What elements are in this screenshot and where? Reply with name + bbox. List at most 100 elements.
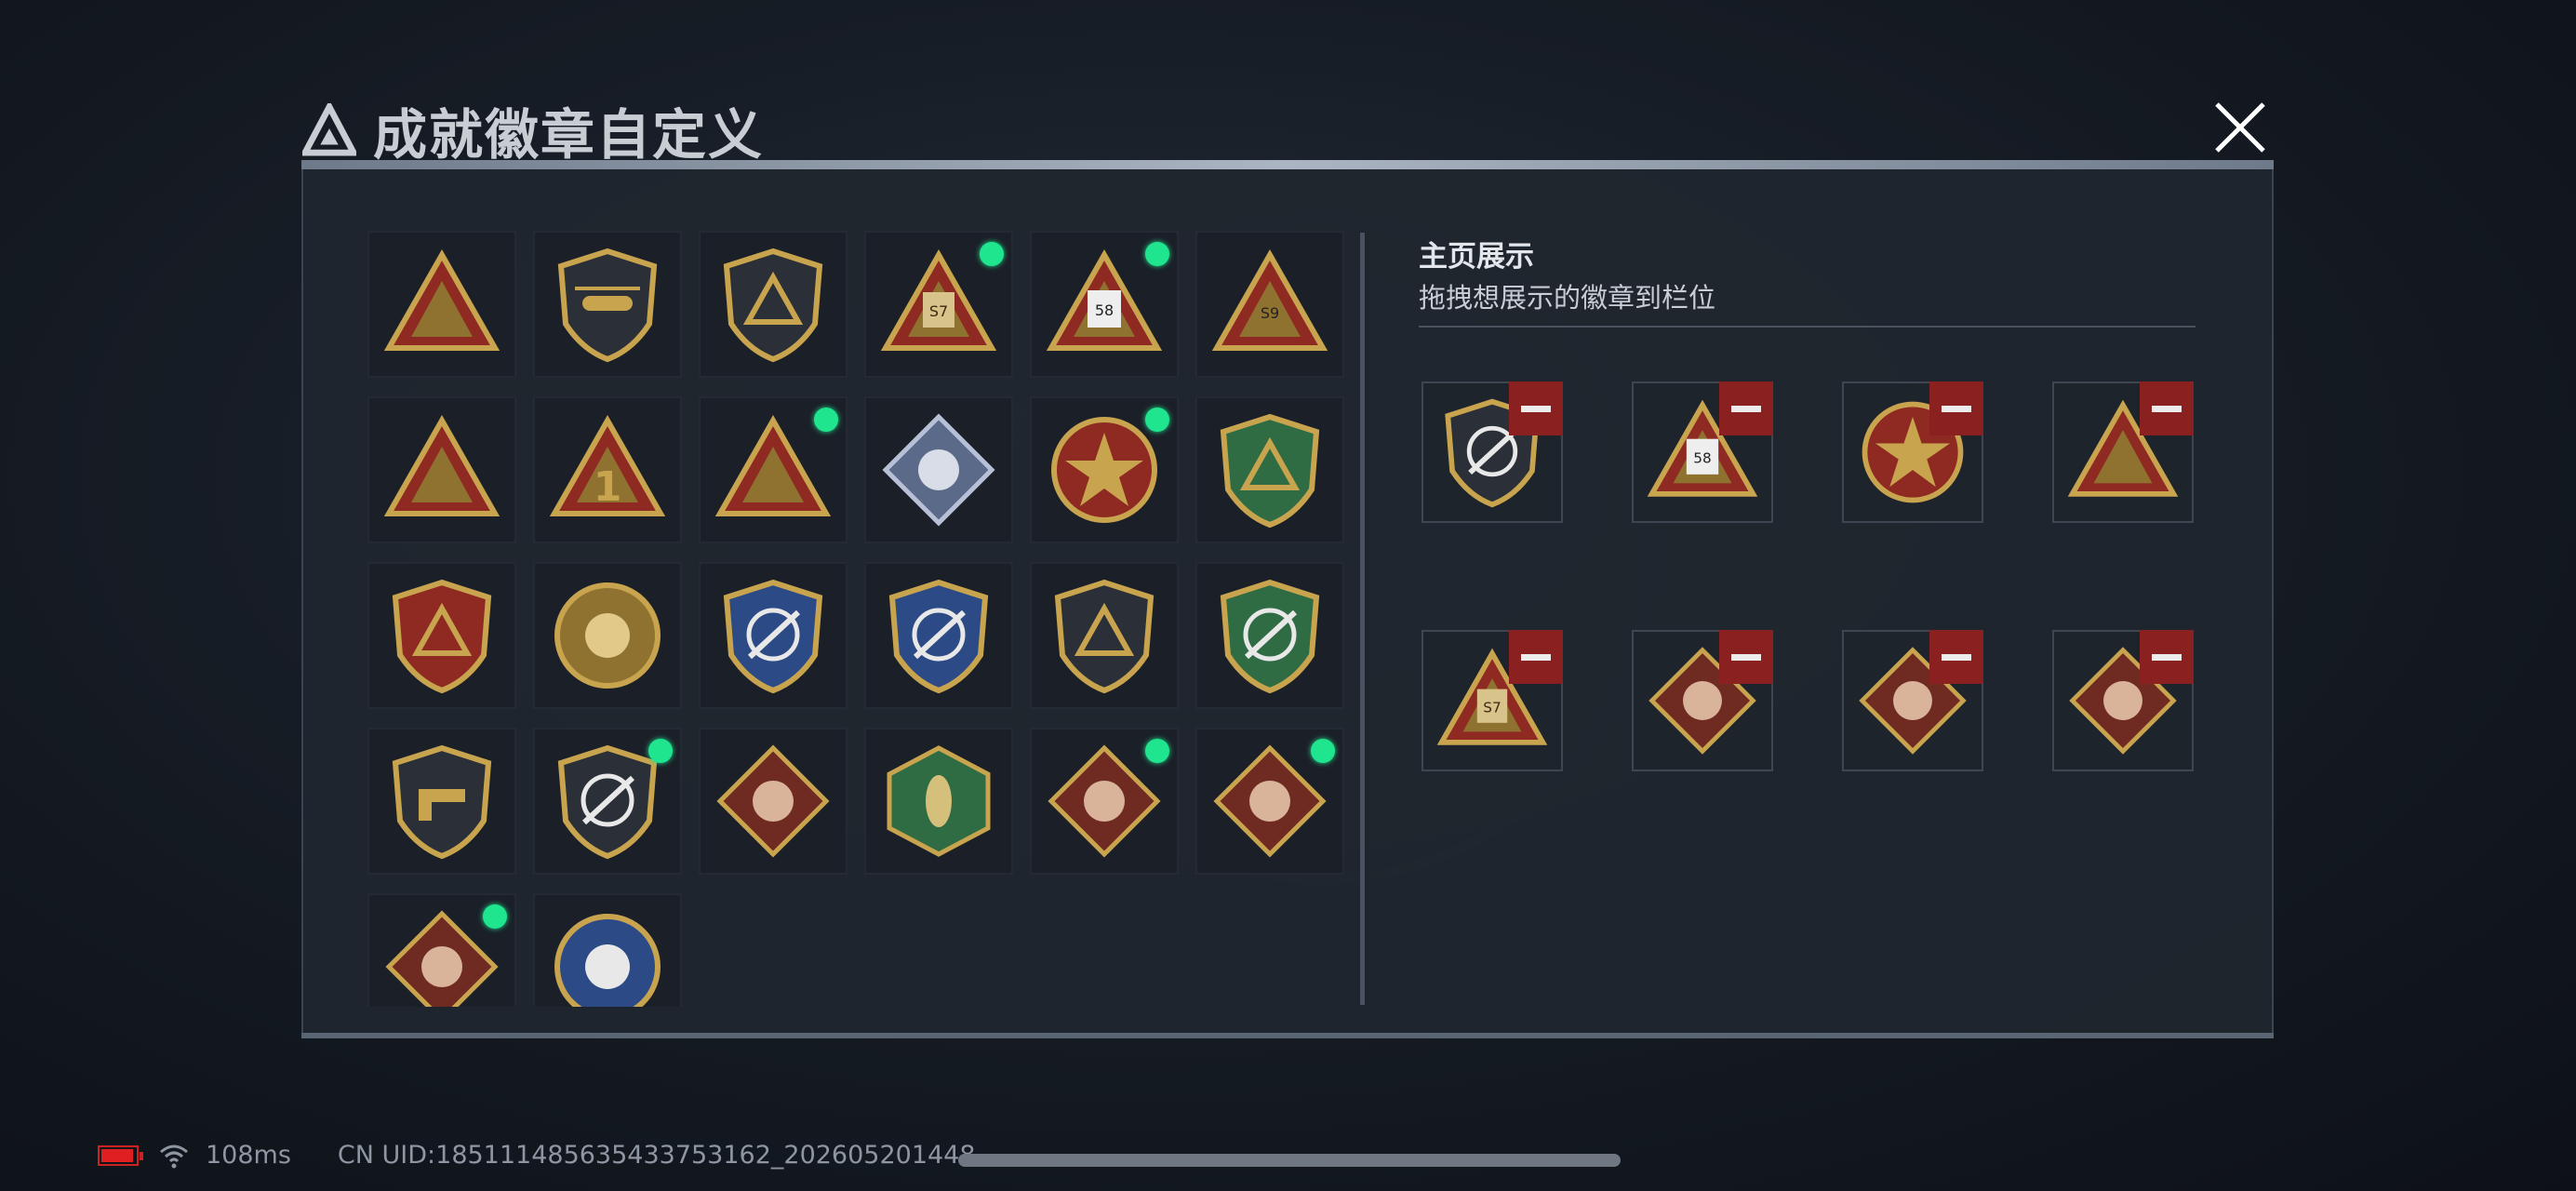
star-crest-shield-badge-icon [392,579,492,694]
svg-text:S7: S7 [1483,699,1501,716]
badge-cell[interactable] [367,562,516,709]
new-indicator-dot [814,408,838,432]
minus-icon [1731,405,1761,412]
showcase-subtitle: 拖拽想展示的徽章到栏位 [1419,282,1716,314]
pistol-shield-badge-icon [392,744,492,860]
svg-text:S7: S7 [929,302,948,320]
gold-wing-triangle-badge-icon [383,414,501,516]
showcase-slot[interactable] [1421,381,1563,523]
panel-bottom-bar [301,1033,2274,1038]
remove-badge-button[interactable] [1929,381,1983,435]
minus-icon [2152,405,2182,412]
number-one-triangle-badge-icon: 1 [549,414,666,516]
badge-cell[interactable] [699,231,848,378]
season-s8-triangle-badge-icon: 58 [1046,248,1163,351]
showcase-slot[interactable] [1632,630,1773,771]
badge-cell[interactable] [1195,396,1344,543]
blue-crosshair-rifle-shield-icon [723,579,823,694]
minus-icon [1942,653,1971,661]
green-shield-badge-icon [1220,413,1320,529]
minus-icon [1942,405,1971,412]
badge-cell[interactable] [533,893,682,1007]
badge-cell[interactable] [367,893,516,1007]
gold-round-emblem-badge-icon [554,582,661,689]
badge-cell[interactable] [699,728,848,875]
new-indicator-dot [980,242,1004,266]
badge-cell[interactable] [1030,396,1179,543]
badge-cell[interactable] [864,728,1013,875]
badge-cell[interactable] [1030,728,1179,875]
gold-crossed-shield-badge-icon [1054,579,1155,694]
navy-crosshair-rifle-shield-icon [888,579,989,694]
panel-top-bar [301,160,2274,169]
remove-badge-button[interactable] [1509,630,1563,684]
game-logo-icon [302,103,356,156]
minus-icon [1521,405,1551,412]
badge-cell[interactable]: S9 [1195,231,1344,378]
new-indicator-dot [648,739,673,763]
badge-cell[interactable] [367,396,516,543]
badge-cell[interactable] [533,231,682,378]
badge-cell[interactable]: 58 [1030,231,1179,378]
badge-cell[interactable]: 1 [533,396,682,543]
gold-crosshair-shield-badge-icon [557,744,658,860]
new-indicator-dot [1145,242,1169,266]
dragon-diamond-badge-icon [1213,744,1327,858]
page-title: 成就徽章自定义 [373,103,765,167]
remove-badge-button[interactable] [1719,630,1773,684]
badge-cell[interactable] [533,562,682,709]
new-indicator-dot [1145,408,1169,432]
showcase-slot[interactable]: 58 [1632,381,1773,523]
new-indicator-dot [1311,739,1335,763]
rose-diamond-badge-icon [882,413,995,527]
minus-icon [2152,653,2182,661]
svg-text:58: 58 [1095,301,1114,319]
svg-text:1: 1 [594,463,622,511]
new-indicator-dot [483,904,507,929]
showcase-slot[interactable] [2052,630,2194,771]
wolf-diamond-badge-icon [716,744,830,858]
header: 成就徽章自定义 [302,91,764,169]
badge-cell[interactable] [864,562,1013,709]
showcase-slot[interactable] [1842,381,1983,523]
svg-text:S9: S9 [1261,304,1279,322]
remove-badge-button[interactable] [2140,381,2194,435]
badge-cell[interactable] [1195,728,1344,875]
showcase-slot[interactable]: S7 [1421,630,1563,771]
lynx-round-badge-icon [554,914,661,1007]
minus-icon [1731,653,1761,661]
dark-shield-emblem-badge-icon [723,248,823,363]
badge-cell[interactable] [367,231,516,378]
badge-grid[interactable]: S7 58 S9 1 [367,231,1346,1007]
remove-badge-button[interactable] [1719,381,1773,435]
badge-cell[interactable] [1195,562,1344,709]
red-blue-star-round-badge-icon [1051,417,1157,523]
home-indicator[interactable] [958,1154,1621,1167]
remove-badge-button[interactable] [1929,630,1983,684]
helicopter-shield-badge-icon [557,248,658,363]
remove-badge-button[interactable] [1509,381,1563,435]
badge-cell[interactable] [864,396,1013,543]
badge-cell[interactable] [367,728,516,875]
badge-cell[interactable] [1030,562,1179,709]
hornet-hexagon-badge-icon [887,745,991,857]
battery-icon [98,1144,143,1166]
green-crosshair-shield-badge-icon [1220,579,1320,694]
showcase-slot[interactable] [1842,630,1983,771]
badge-cell[interactable] [533,728,682,875]
showcase-title: 主页展示 [1419,240,1534,274]
wifi-icon [160,1144,188,1168]
minus-icon [1521,653,1551,661]
status-bar: 108ms CN UID:1851114856354337531​62_2026… [98,1141,976,1170]
badge-cell[interactable] [699,562,848,709]
gray-shield-triangle-badge-icon [383,248,501,351]
showcase-separator [1419,326,2196,328]
remove-badge-button[interactable] [2140,630,2194,684]
new-indicator-dot [1145,739,1169,763]
close-button[interactable] [2209,97,2271,158]
soldiers-triangle-badge-icon [714,414,832,516]
badge-cell[interactable] [699,396,848,543]
showcase-slot[interactable] [2052,381,2194,523]
svg-text:58: 58 [1693,449,1711,466]
badge-cell[interactable]: S7 [864,231,1013,378]
